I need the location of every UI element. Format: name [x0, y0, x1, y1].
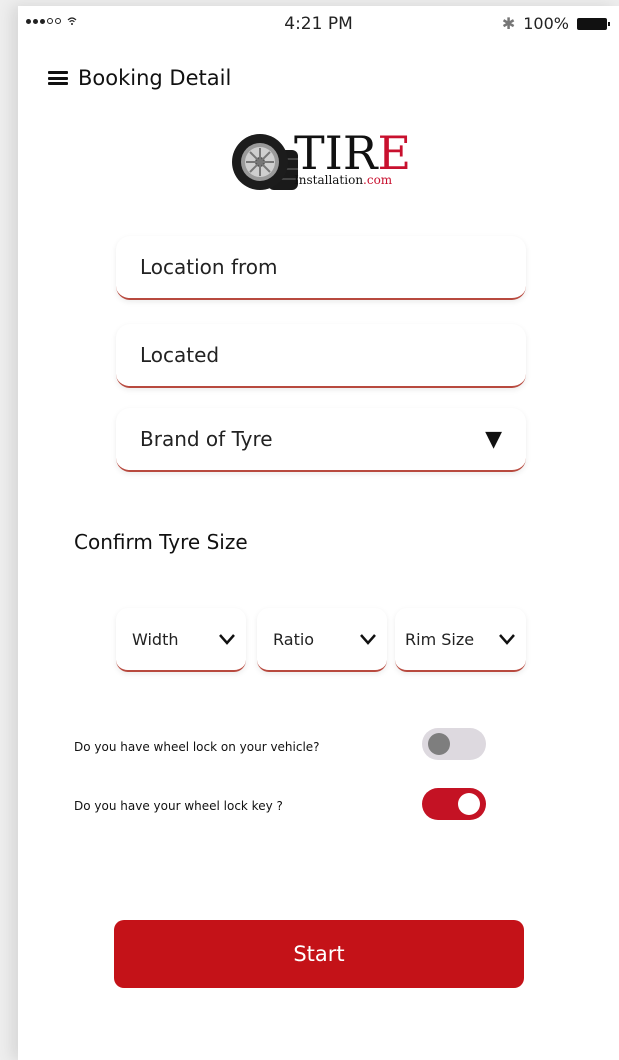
caret-down-icon: ▼	[485, 426, 502, 452]
phone-screen: 4:21 PM ✱ 100% Booking Detail TIRE Insta…	[18, 6, 619, 1060]
app-header: Booking Detail	[48, 66, 231, 90]
ratio-select[interactable]: Ratio	[257, 608, 387, 672]
menu-icon[interactable]	[48, 71, 68, 85]
wheel-lock-question: Do you have wheel lock on your vehicle?	[74, 740, 320, 754]
wheel-lock-key-question: Do you have your wheel lock key ?	[74, 799, 283, 813]
battery-percent: 100%	[523, 14, 569, 33]
located-input[interactable]: Located	[116, 324, 526, 388]
wheel-lock-key-toggle[interactable]	[422, 788, 486, 820]
tire-icon	[232, 134, 298, 190]
location-from-input[interactable]: Location from	[116, 236, 526, 300]
brand-of-tyre-select[interactable]: Brand of Tyre ▼	[116, 408, 526, 472]
page-title: Booking Detail	[78, 66, 232, 90]
bluetooth-icon: ✱	[501, 14, 516, 33]
status-right: ✱ 100%	[501, 14, 610, 33]
logo-word: TIRE	[294, 126, 412, 180]
rim-size-label: Rim Size	[405, 629, 475, 649]
ratio-label: Ratio	[273, 629, 315, 649]
located-placeholder: Located	[140, 343, 220, 367]
logo-subtext: Installation.com	[294, 173, 393, 187]
confirm-tyre-size-heading: Confirm Tyre Size	[74, 530, 248, 554]
toggle-knob	[458, 793, 480, 815]
width-label: Width	[132, 629, 179, 649]
width-select[interactable]: Width	[116, 608, 246, 672]
status-bar: 4:21 PM ✱ 100%	[18, 6, 619, 40]
toggle-knob	[428, 733, 450, 755]
wheel-lock-toggle[interactable]	[422, 728, 486, 760]
start-button[interactable]: Start	[114, 920, 524, 988]
location-from-placeholder: Location from	[140, 255, 278, 279]
logo-text: TIRE Installation.com	[294, 126, 412, 187]
battery-icon	[577, 17, 610, 30]
chevron-down-icon	[360, 634, 376, 645]
brand-placeholder: Brand of Tyre	[140, 427, 273, 451]
brand-logo: TIRE Installation.com	[230, 124, 411, 194]
chevron-down-icon	[219, 634, 235, 645]
rim-size-select[interactable]: Rim Size	[395, 608, 526, 672]
chevron-down-icon	[499, 634, 515, 645]
